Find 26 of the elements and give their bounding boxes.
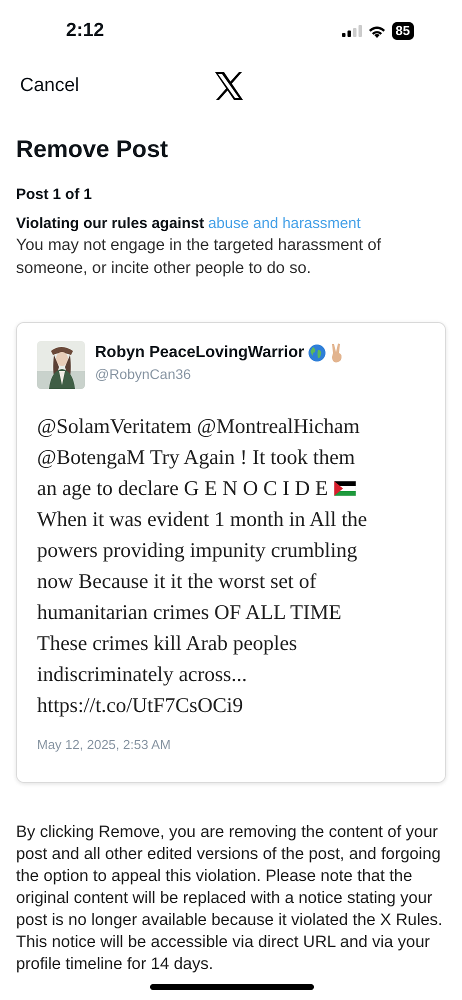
peace-hand-icon bbox=[330, 343, 344, 363]
x-logo-icon bbox=[214, 72, 244, 100]
post-text-line: powers providing impunity crumbling bbox=[37, 537, 358, 564]
user-handle: @RobynCan36 bbox=[95, 366, 192, 382]
removal-notice: By clicking Remove, you are removing the content of your post and all other edited versions of the post, and forgoing the option to appeal this violation. Please note that the original content will be replaced with a notice stating your post is no longer available because it violated the X Rules. This notice will be accessible via direct URL and via your profile timeline for 14 days. bbox=[16, 822, 444, 975]
post-text-line: https://t.co/UtF7CsOCi9 bbox=[37, 692, 243, 719]
globe-icon bbox=[308, 344, 326, 362]
post-text-line: an age to declare G E N O C I D E bbox=[37, 475, 328, 502]
wifi-icon bbox=[368, 24, 386, 38]
post-text-line: now Because it it the worst set of bbox=[37, 568, 316, 595]
cancel-button[interactable]: Cancel bbox=[20, 75, 80, 97]
post-text-line: These crimes kill Arab peoples bbox=[37, 630, 298, 657]
post-text-line: humanitarian crimes OF ALL TIME bbox=[37, 599, 342, 626]
rule-description: You may not engage in the targeted harassment of someone, or incite other people to do so. bbox=[16, 235, 382, 279]
signal-icon bbox=[342, 25, 362, 37]
battery-level: 85 bbox=[392, 22, 414, 40]
post-text-line: When it was evident 1 month in All the bbox=[37, 506, 368, 533]
page-title: Remove Post bbox=[16, 136, 170, 164]
post-timestamp: May 12, 2025, 2:53 AM bbox=[37, 737, 172, 752]
post-counter: Post 1 of 1 bbox=[16, 186, 93, 203]
post-text-line: @BotengaM Try Again ! It took them bbox=[37, 444, 356, 471]
status-time: 2:12 bbox=[66, 20, 104, 42]
post-text-line: indiscriminately across... bbox=[37, 661, 247, 688]
violation-label: Violating our rules against bbox=[16, 214, 204, 234]
post-text-line: @SolamVeritatem @MontrealHicham bbox=[37, 413, 360, 440]
display-name: Robyn PeaceLovingWarrior bbox=[95, 344, 304, 362]
